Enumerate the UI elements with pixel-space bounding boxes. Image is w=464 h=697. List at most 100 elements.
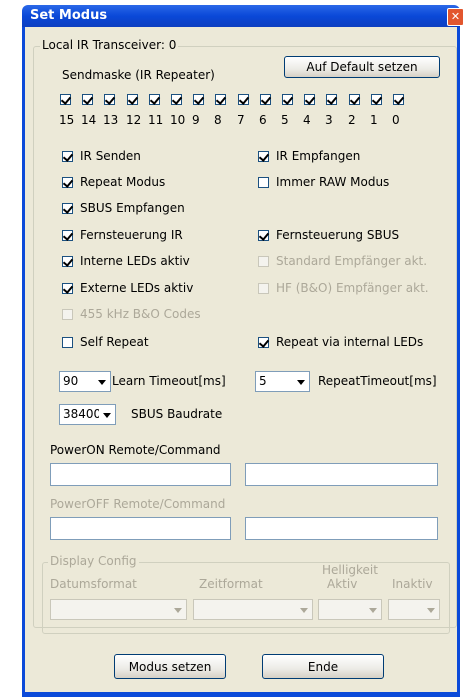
chevron-down-icon (365, 601, 380, 618)
sendmaske-bit-label: 2 (348, 113, 356, 127)
sendmaske-bit-label: 12 (126, 113, 142, 127)
hf-empfaenger-label: HF (B&O) Empfänger akt. (276, 281, 429, 295)
datumsformat-label: Datumsformat (50, 577, 137, 591)
sendmaske-bit-checkbox[interactable] (304, 94, 315, 105)
sbus-baudrate-select[interactable]: 38400 (59, 404, 116, 425)
display-config-group (42, 562, 450, 634)
fernsteuerung-ir-label: Fernsteuerung IR (80, 228, 183, 242)
hf-empfaenger-checkbox (258, 283, 269, 294)
khz-bo-codes-checkbox (62, 309, 73, 320)
poweroff-command-input[interactable] (245, 517, 438, 540)
ir-empfangen-label: IR Empfangen (276, 149, 361, 163)
close-icon[interactable]: ✕ (447, 8, 464, 26)
sendmaske-bit-label: 5 (281, 113, 289, 127)
window-title: Set Modus (30, 8, 108, 23)
sendmaske-bit-label: 7 (237, 113, 245, 127)
zeitformat-label: Zeitformat (199, 577, 263, 591)
learn-timeout-value: 90 (63, 374, 79, 388)
sendmaske-bit-label: 11 (148, 113, 164, 127)
repeat-modus-checkbox[interactable] (62, 177, 73, 188)
khz-bo-codes-label: 455 kHz B&O Codes (80, 307, 201, 321)
sbus-empfangen-checkbox[interactable] (62, 203, 73, 214)
sendmaske-bit-checkbox[interactable] (260, 94, 271, 105)
local-ir-transceiver-label: Local IR Transceiver: 0 (40, 38, 179, 52)
externe-leds-checkbox[interactable] (62, 283, 73, 294)
chevron-down-icon (296, 601, 311, 618)
sbus-baudrate-label: SBUS Baudrate (131, 407, 223, 421)
chevron-down-icon (170, 601, 185, 618)
sendmaske-bit-label: 8 (214, 113, 222, 127)
standard-empfaenger-checkbox (258, 256, 269, 267)
sendmaske-bit-checkbox[interactable] (104, 94, 115, 105)
sendmaske-bit-checkbox[interactable] (349, 94, 360, 105)
sendmaske-bit-label: 9 (192, 113, 200, 127)
poweron-command-input[interactable] (245, 463, 438, 486)
sendmaske-bit-label: 4 (303, 113, 311, 127)
sendmaske-bit-checkbox[interactable] (171, 94, 182, 105)
repeat-internal-leds-checkbox[interactable] (258, 337, 269, 348)
repeat-modus-label: Repeat Modus (80, 175, 166, 189)
fernsteuerung-sbus-label: Fernsteuerung SBUS (276, 228, 400, 242)
sendmaske-bit-checkbox[interactable] (282, 94, 293, 105)
sendmaske-bit-checkbox[interactable] (215, 94, 226, 105)
fernsteuerung-sbus-checkbox[interactable] (258, 230, 269, 241)
self-repeat-label: Self Repeat (80, 335, 149, 349)
fernsteuerung-ir-checkbox[interactable] (62, 230, 73, 241)
poweron-label: PowerON Remote/Command (50, 443, 221, 457)
sendmaske-bit-label: 3 (325, 113, 333, 127)
aktiv-label: Aktiv (327, 577, 358, 591)
sbus-empfangen-label: SBUS Empfangen (80, 201, 185, 215)
standard-empfaenger-label: Standard Empfänger akt. (276, 254, 428, 268)
interne-leds-label: Interne LEDs aktiv (80, 254, 190, 268)
learn-timeout-label: Learn Timeout[ms] (112, 374, 226, 388)
sendmaske-bit-checkbox[interactable] (149, 94, 160, 105)
sendmaske-bit-checkbox[interactable] (127, 94, 138, 105)
sendmaske-bit-checkbox[interactable] (82, 94, 93, 105)
poweroff-remote-input[interactable] (50, 517, 231, 540)
sendmaske-bit-label: 1 (370, 113, 378, 127)
helligkeit-inaktiv-select (388, 599, 440, 620)
sendmaske-bit-checkbox[interactable] (60, 94, 71, 105)
auf-default-setzen-button[interactable]: Auf Default setzen (284, 56, 440, 78)
sendmaske-bit-checkbox[interactable] (393, 94, 404, 105)
inaktiv-label: Inaktiv (392, 577, 433, 591)
datumsformat-select (50, 599, 187, 620)
externe-leds-label: Externe LEDs aktiv (80, 281, 194, 295)
learn-timeout-select[interactable]: 90 (59, 371, 111, 392)
poweron-remote-input[interactable] (50, 463, 231, 486)
ir-senden-checkbox[interactable] (62, 151, 73, 162)
sendmaske-bit-checkbox[interactable] (193, 94, 204, 105)
title-bar[interactable]: Set Modus ✕ (22, 5, 464, 27)
sendmaske-bit-label: 15 (59, 113, 75, 127)
ir-empfangen-checkbox[interactable] (258, 151, 269, 162)
sendmaske-bit-checkbox[interactable] (326, 94, 337, 105)
modus-setzen-button[interactable]: Modus setzen (114, 654, 226, 679)
poweroff-label: PowerOFF Remote/Command (50, 497, 226, 511)
ir-senden-label: IR Senden (80, 149, 141, 163)
immer-raw-modus-label: Immer RAW Modus (276, 175, 390, 189)
helligkeit-aktiv-select (318, 599, 382, 620)
sendmaske-bit-checkbox[interactable] (238, 94, 249, 105)
repeat-timeout-select[interactable]: 5 (255, 371, 310, 392)
window-bottom-frame (22, 692, 460, 697)
sendmaske-bit-label: 0 (392, 113, 400, 127)
repeat-timeout-value: 5 (259, 374, 267, 388)
set-modus-window: Set Modus ✕ Local IR Transceiver: 0 Send… (0, 0, 464, 697)
sendmaske-bit-label: 14 (81, 113, 97, 127)
sendmaske-label: Sendmaske (IR Repeater) (62, 68, 215, 82)
sendmaske-bit-label: 6 (259, 113, 267, 127)
immer-raw-modus-checkbox[interactable] (258, 177, 269, 188)
repeat-timeout-label: RepeatTimeout[ms] (318, 374, 437, 388)
interne-leds-checkbox[interactable] (62, 256, 73, 267)
chevron-down-icon (423, 601, 438, 618)
sendmaske-bit-checkbox[interactable] (371, 94, 382, 105)
chevron-down-icon[interactable] (99, 406, 114, 423)
zeitformat-select (193, 599, 313, 620)
self-repeat-checkbox[interactable] (62, 337, 73, 348)
ende-button[interactable]: Ende (262, 654, 384, 679)
helligkeit-label: Helligkeit (322, 563, 378, 577)
chevron-down-icon[interactable] (94, 373, 109, 390)
chevron-down-icon[interactable] (293, 373, 308, 390)
sendmaske-bit-label: 10 (170, 113, 186, 127)
sendmaske-bit-label: 13 (103, 113, 119, 127)
